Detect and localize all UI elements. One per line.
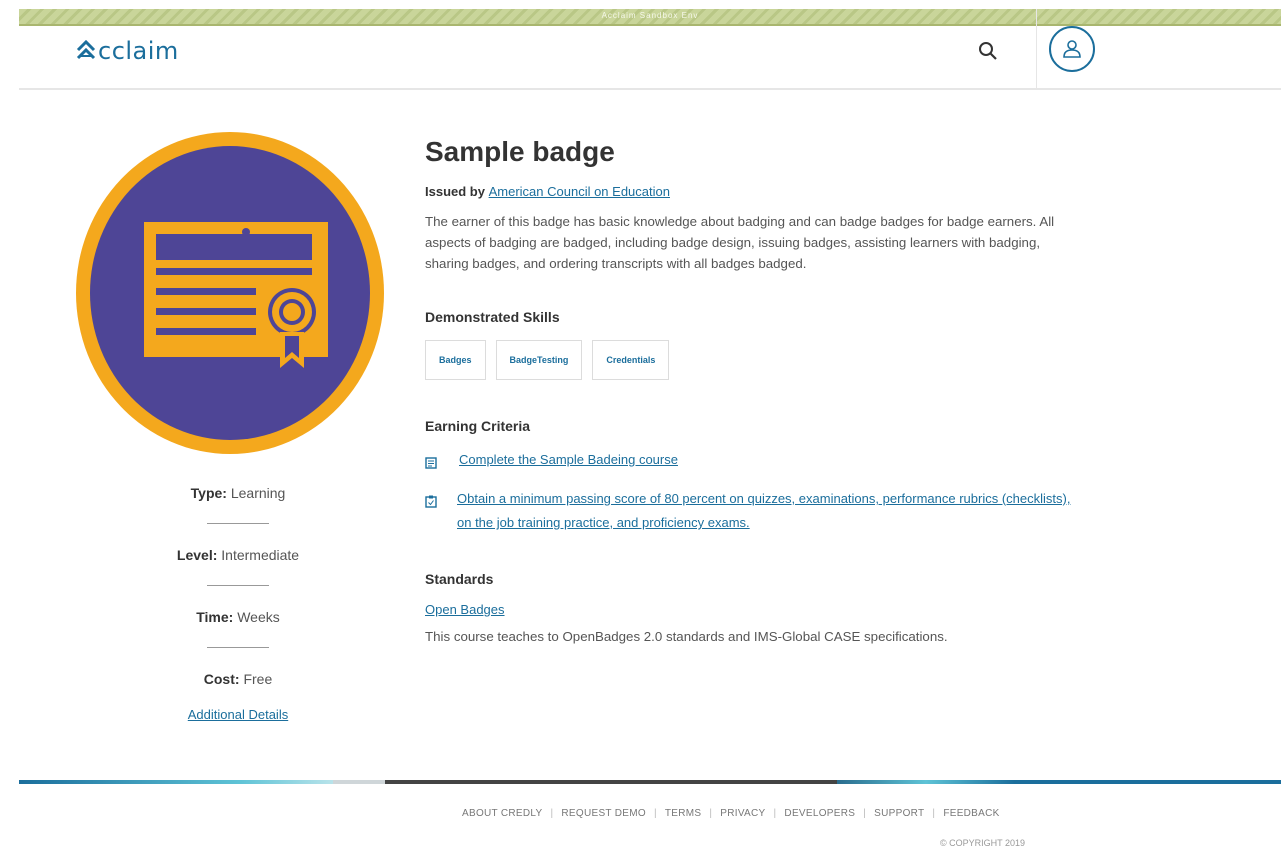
- copyright: © COPYRIGHT 2019: [940, 838, 1025, 848]
- badge-attributes: Type: Learning Level: Intermediate Time:…: [140, 482, 336, 722]
- criteria-item: Obtain a minimum passing score of 80 per…: [425, 487, 1085, 535]
- level-label: Level:: [176, 547, 218, 563]
- standards-heading: Standards: [425, 571, 494, 587]
- environment-banner: Acclaim Sandbox Env: [19, 9, 1281, 26]
- cost-label: Cost:: [203, 671, 240, 687]
- time-label: Time:: [196, 609, 234, 625]
- footer-accent-bar: [19, 780, 1281, 784]
- badge-image: [76, 132, 384, 454]
- type-attribute: Type: Learning: [140, 482, 336, 504]
- skills-heading: Demonstrated Skills: [425, 309, 560, 325]
- footer-nav: ABOUT CREDLY | REQUEST DEMO | TERMS | PRIVA…: [462, 808, 1000, 819]
- footer-link-feedback[interactable]: FEEDBACK: [943, 808, 999, 819]
- footer-link-privacy[interactable]: PRIVACY: [720, 808, 765, 819]
- divider: [207, 585, 269, 586]
- divider: [207, 523, 269, 524]
- type-label: Type:: [190, 485, 227, 501]
- issuer-link[interactable]: American Council on Education: [489, 184, 670, 199]
- skill-chip[interactable]: Credentials: [592, 340, 670, 380]
- open-badges-link[interactable]: Open Badges: [425, 602, 505, 617]
- search-icon: [979, 42, 997, 60]
- user-icon: [1063, 40, 1081, 58]
- header-divider: [1036, 9, 1037, 90]
- criteria-item: Complete the Sample Badeing course: [425, 448, 1085, 477]
- acclaim-logo-icon: [76, 39, 96, 60]
- earning-criteria-heading: Earning Criteria: [425, 418, 531, 434]
- footer-link-support[interactable]: SUPPORT: [874, 808, 924, 819]
- environment-label: Acclaim Sandbox Env: [601, 11, 699, 20]
- search-button[interactable]: [972, 35, 1004, 67]
- page-title: Sample badge: [425, 136, 615, 167]
- type-value: Learning: [230, 485, 286, 501]
- skill-chip[interactable]: Badges: [425, 340, 486, 380]
- divider: [207, 647, 269, 648]
- level-attribute: Level: Intermediate: [140, 544, 336, 566]
- skills-list: Badges BadgeTesting Credentials: [425, 340, 1085, 380]
- acclaim-logo[interactable]: cclaim: [75, 37, 179, 65]
- time-value: Weeks: [237, 609, 280, 625]
- issued-by: Issued by American Council on Education: [425, 184, 1085, 199]
- issued-by-label: Issued by: [425, 184, 485, 199]
- course-icon: [425, 448, 439, 477]
- skill-chip[interactable]: BadgeTesting: [495, 340, 583, 380]
- criteria-link[interactable]: Obtain a minimum passing score of 80 per…: [457, 487, 1085, 535]
- standards-description: This course teaches to OpenBadges 2.0 st…: [425, 629, 948, 644]
- assessment-icon: [425, 487, 437, 535]
- cost-value: Free: [243, 671, 273, 687]
- site-header: cclaim: [19, 9, 1281, 90]
- footer-link-request-demo[interactable]: REQUEST DEMO: [561, 808, 646, 819]
- footer-link-about[interactable]: ABOUT CREDLY: [462, 808, 542, 819]
- badge-description: The earner of this badge has basic knowl…: [425, 214, 1055, 271]
- time-attribute: Time: Weeks: [140, 606, 336, 628]
- footer-link-developers[interactable]: DEVELOPERS: [784, 808, 855, 819]
- level-value: Intermediate: [221, 547, 300, 563]
- additional-details-link[interactable]: Additional Details: [140, 707, 336, 722]
- footer-link-terms[interactable]: TERMS: [665, 808, 702, 819]
- logo-wordmark: cclaim: [98, 37, 179, 65]
- criteria-link[interactable]: Complete the Sample Badeing course: [459, 448, 678, 477]
- user-menu-button[interactable]: [1049, 26, 1095, 72]
- cost-attribute: Cost: Free: [140, 668, 336, 690]
- badge-details: Sample badge Issued by American Council …: [425, 132, 1085, 644]
